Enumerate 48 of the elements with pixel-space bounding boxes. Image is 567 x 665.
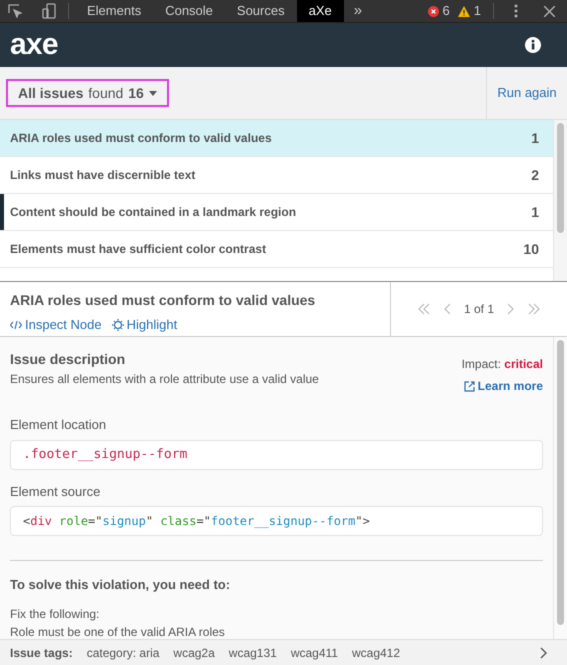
issues-filter-dropdown[interactable]: All issues found 16 <box>6 79 169 107</box>
caret-icon <box>148 90 157 96</box>
issue-description: Ensures all elements with a role attribute use a valid value <box>10 371 319 388</box>
issue-row[interactable]: ARIA roles used must conform to valid values 1 <box>0 120 553 157</box>
issue-tag: category: aria <box>86 644 160 662</box>
more-options-icon[interactable] <box>514 4 518 18</box>
devtools-tab[interactable]: Elements <box>75 0 154 22</box>
sun-icon <box>112 318 124 331</box>
inspect-node-button[interactable]: Inspect Node <box>10 315 102 334</box>
scrollbar-thumb[interactable] <box>557 123 564 233</box>
issue-row[interactable]: Content should be contained in a landmark region 1 <box>0 194 553 231</box>
element-source-code: <div role="signup" class="footer__signup--form"> <box>10 506 543 536</box>
device-toolbar-icon[interactable] <box>42 3 56 19</box>
issue-tag: wcag131 <box>228 644 277 662</box>
code-icon <box>10 320 22 330</box>
external-link-icon <box>464 380 475 392</box>
axe-logo: axe <box>10 30 58 60</box>
devtools-tab[interactable]: aXe <box>296 0 344 22</box>
run-again-button[interactable]: Run again <box>497 83 557 103</box>
section-heading: Element source <box>10 482 102 500</box>
fix-instruction: Role must be one of the valid ARIA roles <box>10 624 226 639</box>
info-icon[interactable] <box>525 37 541 53</box>
close-icon[interactable] <box>544 6 555 16</box>
highlight-button[interactable]: Highlight <box>112 315 178 334</box>
devtools-tab[interactable]: Console <box>153 0 225 22</box>
issue-tag: wcag411 <box>290 644 338 662</box>
error-count[interactable]: 6 <box>442 1 450 21</box>
section-heading: Element location <box>10 416 108 434</box>
learn-more-link[interactable]: Learn more <box>464 377 543 395</box>
warning-icon <box>458 6 470 16</box>
scrollbar-thumb[interactable] <box>557 340 564 625</box>
fix-heading: Fix the following: <box>10 606 100 622</box>
section-heading: To solve this violation, you need to: <box>10 576 232 594</box>
issue-tag: wcag2a <box>173 644 215 662</box>
chevron-right-icon[interactable] <box>540 646 547 658</box>
devtools-tab[interactable]: Sources <box>224 0 297 22</box>
issue-tag: wcag412 <box>352 644 400 662</box>
page-indicator: 1 of 1 <box>464 301 494 318</box>
impact-label: Impact: <box>462 357 501 371</box>
more-tabs-button[interactable]: » <box>354 0 362 22</box>
impact-value: critical <box>504 357 543 371</box>
element-location-field: .footer__signup--form <box>10 440 543 470</box>
error-icon <box>428 6 439 16</box>
warning-count[interactable]: 1 <box>474 1 481 21</box>
section-heading: Issue description <box>10 350 126 369</box>
inspect-cursor-icon[interactable] <box>8 4 22 18</box>
tags-label: Issue tags: <box>10 644 73 662</box>
issue-title: ARIA roles used must conform to valid values <box>10 291 316 310</box>
